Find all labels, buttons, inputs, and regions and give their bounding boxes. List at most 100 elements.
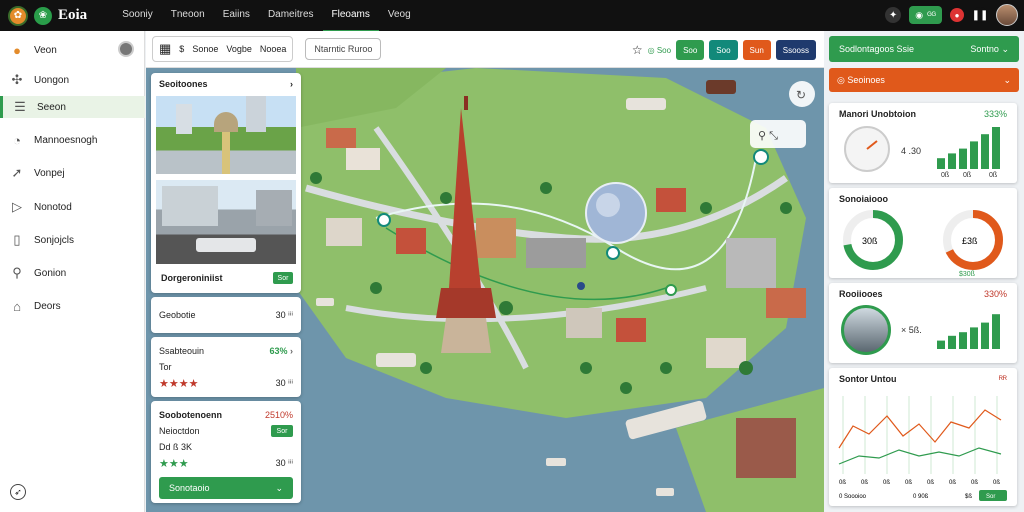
place-tag[interactable]: Sor: [273, 272, 293, 284]
sidebar-item-3[interactable]: ◔ Mannoesnogh: [0, 129, 145, 151]
chevron-down-icon: ⌄: [1003, 74, 1011, 85]
map-marker[interactable]: [606, 246, 620, 260]
map-zoom-control[interactable]: ↻: [789, 81, 815, 107]
grid-icon[interactable]: ▦: [159, 41, 171, 57]
toolbar-button-2[interactable]: Soo: [709, 40, 738, 60]
sidebar-item-5[interactable]: ▷ Nonotod: [0, 196, 145, 218]
bar: [937, 340, 945, 349]
nav-item-1[interactable]: Tneoon: [162, 0, 214, 32]
line-chart-grid: [842, 396, 998, 474]
sidebar-item-4[interactable]: ➚ Vonpej: [0, 162, 145, 184]
user-avatar[interactable]: [996, 4, 1018, 26]
sidebar-item-2[interactable]: ☰ Seeon: [0, 96, 145, 118]
bar: [981, 322, 989, 349]
list-icon: ☰: [14, 99, 26, 114]
nav-item-2[interactable]: Eaiins: [214, 0, 259, 32]
bar: [970, 327, 978, 349]
rating-card[interactable]: Ssabteouin 63% › Tor ★★★★ 30 ⁱⁱⁱ: [151, 337, 301, 397]
stat-row-card[interactable]: Geobotie 30 ⁱⁱⁱ: [151, 297, 301, 333]
view-option-0[interactable]: Sonoe: [192, 44, 218, 54]
sidebar-item-7[interactable]: ⚲ Gonion: [0, 262, 145, 284]
sidebar-item-label: Mannoesnogh: [34, 134, 98, 146]
brand-logo[interactable]: ✿ ❀ Eoia: [8, 5, 87, 26]
settings-icon: ✣: [11, 72, 23, 87]
gauge-bar-card[interactable]: Manori Unobtoion 333% 4 .30 0ß 0ß 0ß: [829, 103, 1017, 183]
sidebar-item-6[interactable]: ▯ Sonjojcls: [0, 229, 145, 251]
map-pan-control[interactable]: ⚲ ⤡: [750, 120, 806, 148]
nav-item-0[interactable]: Sooniy: [113, 0, 162, 32]
toolbar-button-2-label: Soo: [716, 45, 731, 55]
star-icon[interactable]: ☆: [632, 43, 643, 57]
toolbar-button-4[interactable]: Ssooss: [775, 40, 816, 60]
search-icon: ⚲: [12, 265, 22, 280]
x-tick: 0ß: [993, 480, 1000, 486]
toolbar-button-1[interactable]: Soo: [676, 40, 705, 60]
photo-bar-card[interactable]: Rooiiooes 330% × 5ß.: [829, 283, 1017, 363]
line-chart-card[interactable]: Sontor Untou ᴿᴿ 0ß 0ß 0ß 0ß 0ß 0ß 0ß 0ß 0…: [829, 368, 1017, 506]
analytics-header-bar[interactable]: Sodlontagoos Ssie Sontno ⌄: [829, 36, 1019, 62]
x-tick: 0ß: [905, 480, 912, 486]
place-photo[interactable]: [156, 96, 296, 174]
right-analytics-panel: Sodlontagoos Ssie Sontno ⌄ ◎ Seoinoes ⌄ Ma…: [829, 36, 1019, 510]
bird-icon[interactable]: ✦: [885, 7, 902, 23]
service-card[interactable]: Soobotenoenn 2510% Neioctdon Sor Dd ß 3K ★…: [151, 401, 301, 503]
bar: [937, 158, 945, 169]
compass-icon[interactable]: ➶: [10, 484, 26, 500]
sidebar-item-label: Gonion: [34, 267, 67, 279]
place-caption: Dorgeroniniist: [161, 273, 223, 283]
sidebar-item-1[interactable]: ✣ Uongon: [0, 69, 145, 91]
map-marker[interactable]: [665, 284, 677, 296]
star-rating: ★★★★: [159, 377, 199, 390]
nav-item-3[interactable]: Dameitres: [259, 0, 323, 32]
bar-label: 0ß: [963, 172, 971, 179]
notification-icon[interactable]: ●: [950, 8, 964, 22]
toolbar-button-3-label: Sun: [749, 45, 764, 55]
filter-dropdown[interactable]: ◎ Seoinoes ⌄: [829, 68, 1019, 92]
sidebar-item-0[interactable]: ● Veon: [0, 39, 145, 61]
bar: [959, 332, 967, 349]
analytics-header-right: Sontno: [970, 43, 999, 54]
line-chart-percent: ᴿᴿ: [998, 374, 1007, 384]
dollar-icon[interactable]: $: [179, 44, 184, 54]
toolbar-button-0[interactable]: ◎ Soo: [648, 46, 671, 55]
stat-row-value: 30 ⁱⁱⁱ: [275, 309, 293, 320]
filter-label: Seoinoes: [847, 74, 885, 85]
photo-bar-percent: 330%: [983, 289, 1007, 299]
view-option-2[interactable]: Nooea: [260, 44, 287, 54]
service-subtitle: Neioctdon: [159, 426, 200, 436]
street-photo[interactable]: [156, 180, 296, 264]
globe-icon: ◔: [13, 132, 21, 148]
service-tag[interactable]: Sor: [271, 425, 293, 437]
photo-bar-title: Rooiiooes: [839, 289, 883, 299]
top-right-controls: ✦ ◉ ᴳᴳ ● ❚❚: [885, 4, 1018, 26]
nav-item-5[interactable]: Veog: [379, 0, 420, 32]
line-chart-title: Sontor Untou: [839, 374, 897, 384]
dropdown-label: Sonotaoio: [169, 483, 210, 493]
map-marker[interactable]: [753, 149, 769, 165]
map-marker[interactable]: [377, 213, 391, 227]
bar: [981, 134, 989, 169]
donut-card[interactable]: Sonoiaiooo 30ß £3ß $30ß: [829, 188, 1017, 278]
view-option-1[interactable]: Vogbe: [226, 44, 252, 54]
bar: [970, 141, 978, 169]
chevron-right-icon[interactable]: ›: [290, 346, 293, 356]
route-search-field[interactable]: Ntarntic Ruroo: [305, 38, 382, 60]
analytics-header-label: Sodlontagoos Ssie: [839, 44, 915, 54]
place-card[interactable]: Seoitoones › Dorgeroniniist Sor: [151, 73, 301, 293]
donut-charts: 30ß £3ß $30ß: [843, 210, 1003, 278]
chevron-right-icon[interactable]: ›: [290, 79, 293, 89]
sidebar-item-8[interactable]: ⌂ Deors: [0, 295, 145, 317]
brand-leaf-icon: ❀: [34, 6, 52, 25]
nav-item-4[interactable]: Fleoams: [322, 0, 379, 32]
map-toolbar: ▦ $ Sonoe Vogbe Nooea Ntarntic Ruroo ☆ ◎…: [146, 31, 824, 68]
pause-icon[interactable]: ❚❚: [972, 7, 988, 23]
footer-tag[interactable]: Sor: [986, 494, 995, 500]
toolbar-button-3[interactable]: Sun: [742, 40, 771, 60]
sidebar-item-label: Veon: [34, 44, 57, 56]
bar: [992, 127, 1000, 169]
category-dropdown[interactable]: Sonotaoio ⌄: [159, 477, 293, 499]
map-marker[interactable]: [577, 282, 585, 290]
chevron-down-icon: ⌄: [275, 482, 283, 493]
line-series-orange: [838, 409, 1002, 449]
status-pill[interactable]: ◉ ᴳᴳ: [909, 6, 942, 24]
